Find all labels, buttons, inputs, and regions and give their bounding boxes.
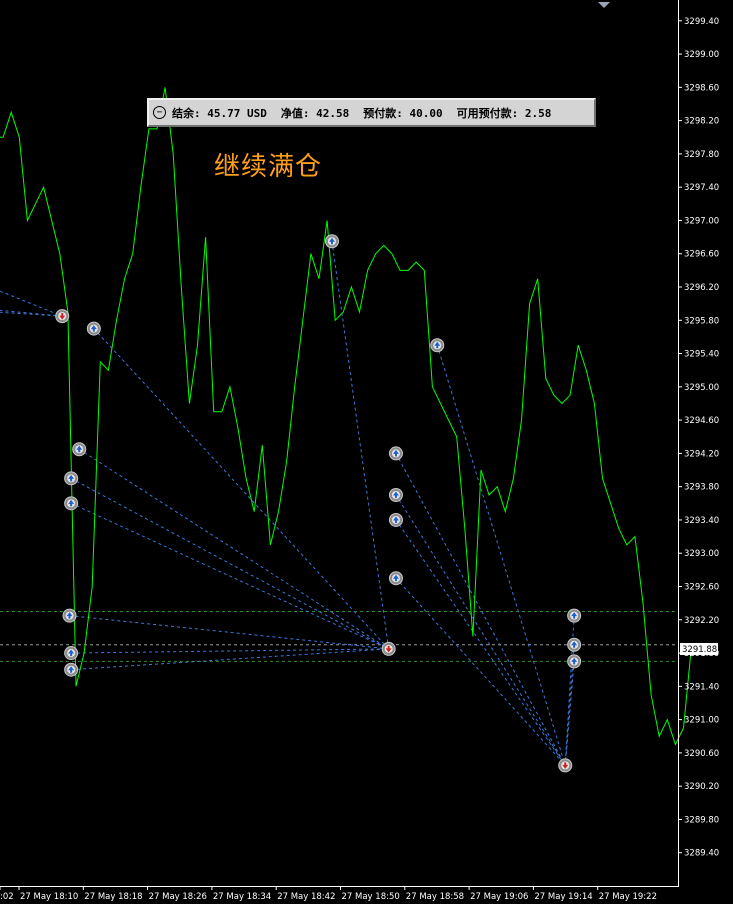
y-tick-label: 3297.40 xyxy=(684,183,719,193)
buy-marker-icon[interactable] xyxy=(567,637,582,652)
y-tick-label: 3297.80 xyxy=(684,150,719,160)
y-tick-label: 3289.80 xyxy=(684,815,719,825)
y-tick-label: 3289.40 xyxy=(684,849,719,859)
x-tick-label: :02 xyxy=(0,892,14,902)
buy-marker-icon[interactable] xyxy=(64,471,79,486)
collapse-icon[interactable]: − xyxy=(153,106,166,119)
y-tick-label: 3291.00 xyxy=(684,716,719,726)
buy-marker-icon[interactable] xyxy=(567,654,582,669)
y-tick-label: 3295.80 xyxy=(684,316,719,326)
x-tick-label: 27 May 18:42 xyxy=(277,892,335,902)
y-tick-label: 3299.40 xyxy=(684,17,719,27)
x-tick-label: 27 May 19:14 xyxy=(534,892,592,902)
x-tick-label: 27 May 18:18 xyxy=(84,892,142,902)
y-tick-label: 3290.60 xyxy=(684,749,719,759)
buy-marker-icon[interactable] xyxy=(324,234,339,249)
y-tick-label: 3295.40 xyxy=(684,350,719,360)
x-tick-label: 27 May 18:58 xyxy=(406,892,464,902)
buy-marker-icon[interactable] xyxy=(64,662,79,677)
x-tick-label: 27 May 18:50 xyxy=(342,892,400,902)
buy-marker-icon[interactable] xyxy=(388,487,403,502)
y-tick-label: 3295.00 xyxy=(684,383,719,393)
x-tick-label: 27 May 18:10 xyxy=(20,892,78,902)
y-tick-label: 3292.60 xyxy=(684,583,719,593)
current-price-label: 3291.88 xyxy=(682,645,717,655)
margin-label: 预付款: 40.00 xyxy=(363,106,443,120)
y-tick-label: 3293.40 xyxy=(684,516,719,526)
y-tick-label: 3298.20 xyxy=(684,117,719,127)
buy-marker-icon[interactable] xyxy=(62,608,77,623)
x-tick-label: 27 May 18:26 xyxy=(149,892,207,902)
balance-label: 结余: 45.77 USD xyxy=(172,106,267,120)
y-tick-label: 3291.40 xyxy=(684,682,719,692)
buy-marker-icon[interactable] xyxy=(388,512,403,527)
buy-marker-icon[interactable] xyxy=(64,496,79,511)
price-chart[interactable]: 3299.40 3299.00 3298.60 3298.20 3297.80 3297.… xyxy=(0,0,733,904)
buy-marker-icon[interactable] xyxy=(72,442,87,457)
buy-marker-icon[interactable] xyxy=(388,571,403,586)
chart-annotation: 继续满仓 xyxy=(214,152,323,182)
buy-marker-icon[interactable] xyxy=(388,446,403,461)
x-tick-label: 27 May 19:22 xyxy=(599,892,657,902)
y-tick-label: 3296.60 xyxy=(684,250,719,260)
y-tick-label: 3293.80 xyxy=(684,483,719,493)
sell-marker-icon[interactable] xyxy=(381,641,396,656)
sell-marker-icon[interactable] xyxy=(558,758,573,773)
y-tick-label: 3293.00 xyxy=(684,549,719,559)
chart-background xyxy=(0,0,733,904)
y-tick-label: 3296.20 xyxy=(684,283,719,293)
buy-marker-icon[interactable] xyxy=(430,338,445,353)
current-price-tag: 3291.88 xyxy=(680,643,718,655)
y-tick-label: 3298.60 xyxy=(684,83,719,93)
x-tick-label: 27 May 18:34 xyxy=(213,892,271,902)
x-tick-label: 27 May 19:06 xyxy=(470,892,528,902)
y-tick-label: 3294.20 xyxy=(684,449,719,459)
y-tick-label: 3290.20 xyxy=(684,782,719,792)
sell-marker-icon[interactable] xyxy=(55,309,70,324)
y-tick-label: 3292.20 xyxy=(684,616,719,626)
buy-marker-icon[interactable] xyxy=(567,608,582,623)
y-tick-label: 3299.00 xyxy=(684,50,719,60)
buy-marker-icon[interactable] xyxy=(86,321,101,336)
buy-marker-icon[interactable] xyxy=(64,646,79,661)
equity-label: 净值: 42.58 xyxy=(280,106,350,120)
free-margin-label: 可用预付款: 2.58 xyxy=(456,106,552,120)
account-panel: − 结余: 45.77 USD 净值: 42.58 预付款: 40.00 可用预… xyxy=(147,98,596,127)
y-tick-label: 3294.60 xyxy=(684,416,719,426)
y-tick-label: 3297.00 xyxy=(684,216,719,226)
